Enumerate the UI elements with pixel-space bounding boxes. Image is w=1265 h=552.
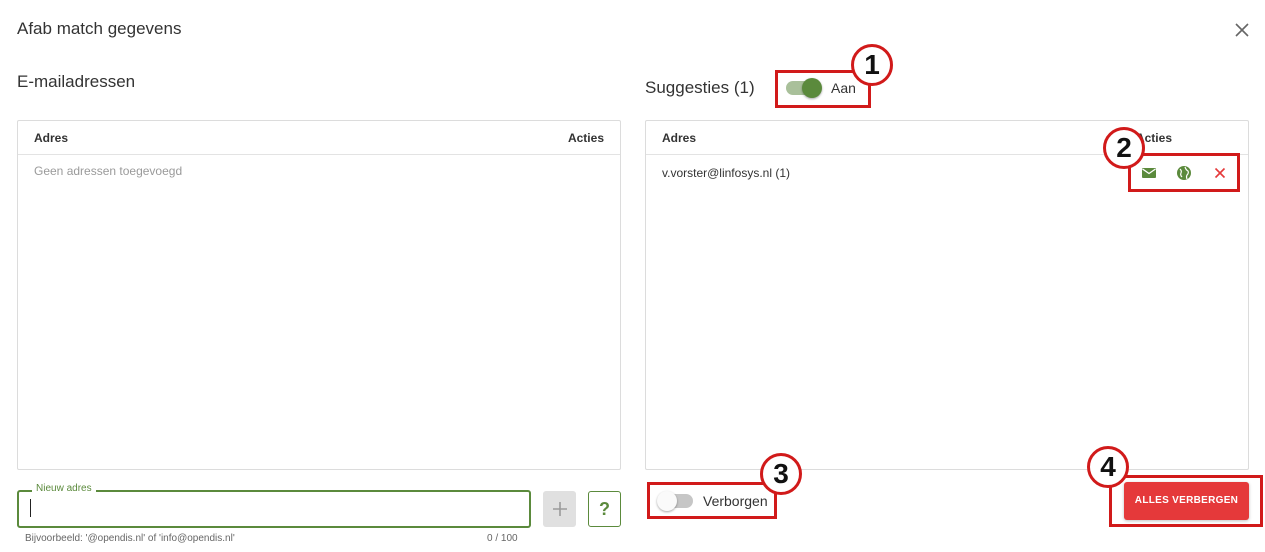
new-address-input[interactable] [28, 499, 508, 519]
add-address-button[interactable] [543, 491, 576, 527]
emails-table: Adres Acties Geen adressen toegevoegd [17, 120, 621, 470]
dialog-title: Afab match gegevens [17, 19, 182, 38]
help-button[interactable]: ? [588, 491, 621, 527]
plus-icon [552, 502, 567, 516]
close-icon[interactable] [1232, 20, 1252, 40]
annotation-number-3: 3 [760, 453, 802, 495]
new-address-label: Nieuw adres [32, 483, 96, 494]
annotation-box-4 [1109, 475, 1263, 527]
new-address-counter: 0 / 100 [487, 533, 518, 544]
suggestions-heading: Suggesties (1) [645, 78, 755, 97]
annotation-number-2: 2 [1103, 127, 1145, 169]
column-header-actions: Acties [567, 131, 604, 145]
annotation-number-1: 1 [851, 44, 893, 86]
empty-state-text: Geen adressen toegevoegd [34, 164, 183, 178]
suggestions-table-header: Adres Acties [646, 121, 1248, 155]
text-cursor [30, 499, 31, 517]
new-address-hint: Bijvoorbeeld: '@opendis.nl' of 'info@ope… [25, 533, 235, 544]
suggestion-row-address: v.vorster@linfosys.nl (1) [662, 166, 790, 180]
annotation-box-2 [1128, 153, 1240, 192]
annotation-number-4: 4 [1087, 446, 1129, 488]
emails-heading: E-mailadressen [17, 72, 136, 91]
column-header-address: Adres [34, 131, 69, 145]
column-header-address: Adres [662, 131, 697, 145]
annotation-box-3 [647, 482, 777, 519]
emails-table-header: Adres Acties [18, 121, 620, 155]
